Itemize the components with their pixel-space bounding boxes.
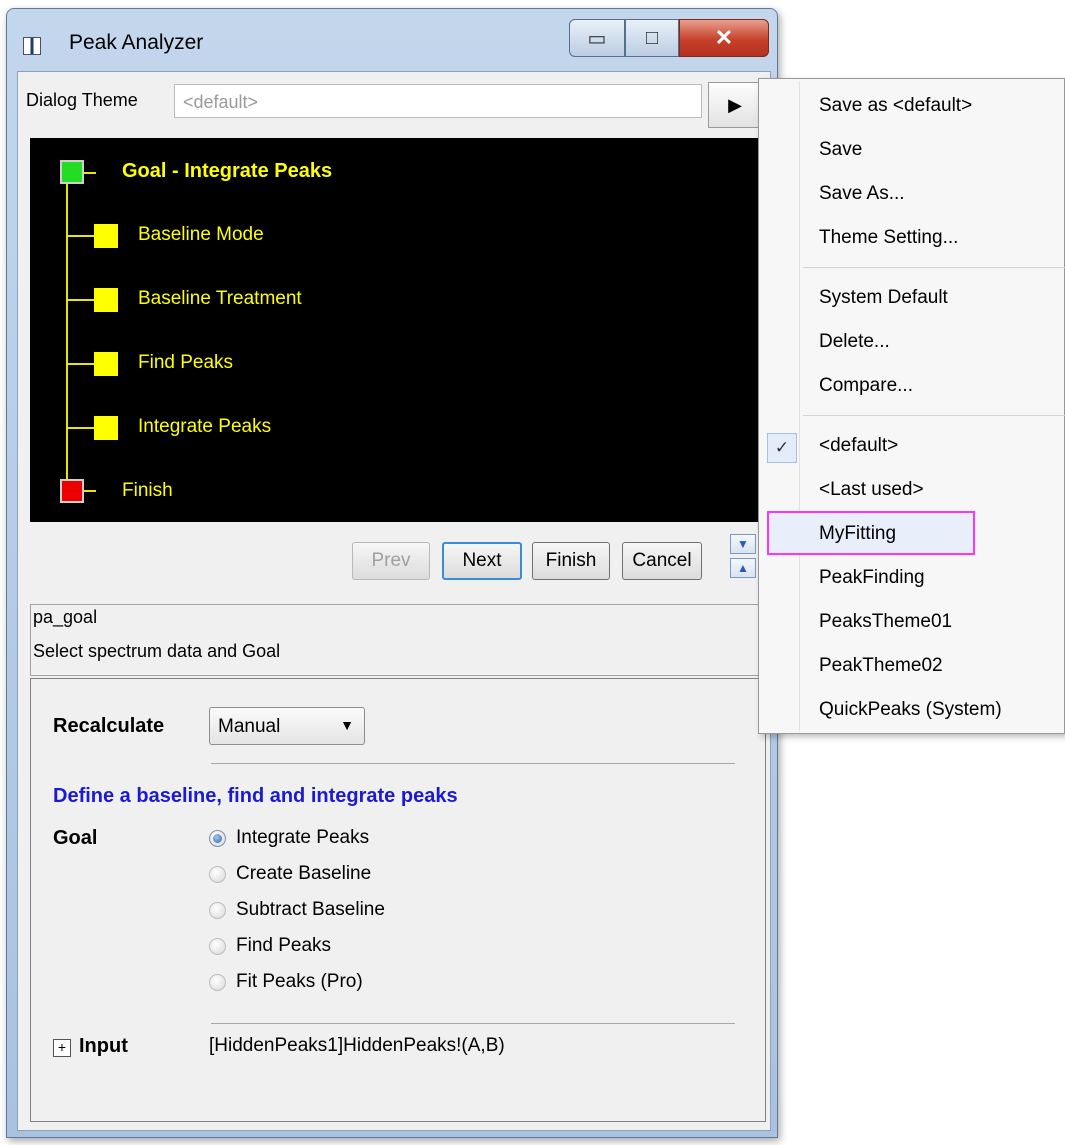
goal-option-label: Find Peaks	[236, 935, 332, 956]
menu-item-delete[interactable]: Delete...	[819, 331, 890, 353]
theme-context-menu: Save as <default> Save Save As... Theme …	[758, 78, 1065, 734]
tree-branch-line	[66, 363, 96, 365]
menu-separator	[803, 415, 1065, 416]
title-bar[interactable]: Peak Analyzer ▭ □ ✕	[7, 9, 777, 71]
goal-tree-panel: Goal - Integrate Peaks Baseline Mode Bas…	[30, 138, 766, 522]
input-label: Input	[79, 1035, 128, 1057]
radio-icon[interactable]	[209, 865, 226, 883]
goal-option-label: Subtract Baseline	[236, 899, 385, 920]
input-range-value[interactable]: [HiddenPeaks1]HiddenPeaks!(A,B)	[209, 1035, 505, 1057]
menu-item-save-as[interactable]: Save As...	[819, 183, 905, 205]
window-title: Peak Analyzer	[69, 31, 204, 54]
peak-analyzer-window: Peak Analyzer ▭ □ ✕ Dialog Theme <defaul…	[6, 8, 778, 1138]
goal-option-fit-peaks[interactable]: Fit Peaks (Pro)	[209, 971, 363, 993]
step-node-icon[interactable]	[94, 224, 118, 248]
goal-option-label: Integrate Peaks	[236, 827, 370, 848]
tree-item-integrate-peaks[interactable]: Integrate Peaks	[138, 416, 271, 438]
page-description: Select spectrum data and Goal	[33, 641, 281, 661]
goal-option-integrate-peaks[interactable]: Integrate Peaks	[209, 827, 369, 849]
page-info-box: pa_goal Select spectrum data and Goal	[30, 604, 766, 676]
theme-menu-button[interactable]: ▶	[708, 82, 762, 128]
maximize-button[interactable]: □	[625, 19, 679, 57]
goal-node-icon[interactable]	[60, 160, 84, 184]
radio-icon[interactable]	[209, 901, 226, 919]
menu-item-save[interactable]: Save	[819, 139, 862, 161]
recalculate-dropdown[interactable]: Manual ▼	[209, 707, 365, 745]
menu-gutter	[799, 81, 800, 731]
menu-item-theme-peakstheme01[interactable]: PeaksTheme01	[819, 611, 952, 633]
window-controls: ▭ □ ✕	[569, 19, 769, 57]
menu-item-theme-quickpeaks[interactable]: QuickPeaks (System)	[819, 699, 1002, 721]
minimize-button[interactable]: ▭	[569, 19, 625, 57]
section-divider	[211, 1023, 735, 1024]
tree-item-baseline-treatment[interactable]: Baseline Treatment	[138, 288, 302, 310]
page-name: pa_goal	[33, 607, 98, 627]
cancel-button[interactable]: Cancel	[622, 542, 702, 580]
goal-settings-panel: Recalculate Manual ▼ Define a baseline, …	[30, 678, 766, 1122]
menu-separator	[803, 267, 1065, 268]
close-icon: ✕	[714, 25, 734, 50]
tree-item-find-peaks[interactable]: Find Peaks	[138, 352, 233, 374]
recalculate-label: Recalculate	[53, 715, 165, 737]
app-icon	[23, 37, 41, 55]
section-divider	[211, 763, 735, 764]
tree-branch-line	[66, 427, 96, 429]
tree-item-goal[interactable]: Goal - Integrate Peaks	[122, 160, 332, 183]
menu-item-theme-peakfinding[interactable]: PeakFinding	[819, 567, 925, 589]
close-button[interactable]: ✕	[679, 19, 769, 57]
maximize-icon: □	[645, 26, 659, 49]
play-arrow-icon: ▶	[728, 94, 742, 115]
radio-icon[interactable]	[209, 937, 226, 955]
step-node-icon[interactable]	[94, 288, 118, 312]
collapse-down-button[interactable]: ▼	[730, 534, 756, 554]
dialog-theme-label: Dialog Theme	[26, 90, 138, 110]
menu-item-theme-setting[interactable]: Theme Setting...	[819, 227, 958, 249]
goal-option-create-baseline[interactable]: Create Baseline	[209, 863, 371, 885]
dialog-theme-field[interactable]: <default>	[174, 84, 702, 118]
dropdown-caret-icon: ▼	[340, 717, 354, 733]
expand-up-button[interactable]: ▲	[730, 558, 756, 578]
tree-branch-line	[66, 235, 96, 237]
goal-section-heading: Define a baseline, find and integrate pe…	[53, 785, 458, 807]
tree-branch-line	[66, 299, 96, 301]
menu-item-theme-peaktheme02[interactable]: PeakTheme02	[819, 655, 943, 677]
menu-item-system-default[interactable]: System Default	[819, 287, 948, 309]
step-node-icon[interactable]	[94, 352, 118, 376]
finish-node-icon[interactable]	[60, 479, 84, 503]
step-node-icon[interactable]	[94, 416, 118, 440]
prev-button[interactable]: Prev	[352, 542, 430, 580]
tree-trunk-line	[66, 174, 68, 490]
menu-item-theme-myfitting[interactable]: MyFitting	[819, 523, 896, 545]
radio-icon[interactable]	[209, 973, 226, 991]
tree-item-baseline-mode[interactable]: Baseline Mode	[138, 224, 264, 246]
radio-selected-icon[interactable]	[209, 829, 226, 847]
triangle-up-icon: ▲	[737, 561, 749, 575]
menu-item-compare[interactable]: Compare...	[819, 375, 913, 397]
tree-item-finish[interactable]: Finish	[122, 480, 173, 502]
next-button[interactable]: Next	[442, 542, 522, 580]
finish-button[interactable]: Finish	[532, 542, 610, 580]
minimize-icon: ▭	[587, 27, 607, 50]
dialog-client-area: Dialog Theme <default> ▶ Goal - Integrat…	[17, 71, 771, 1131]
triangle-down-icon: ▼	[737, 537, 749, 551]
expand-plus-icon[interactable]: +	[53, 1039, 71, 1057]
goal-option-subtract-baseline[interactable]: Subtract Baseline	[209, 899, 385, 921]
goal-option-label: Create Baseline	[236, 863, 372, 884]
goal-option-label: Fit Peaks (Pro)	[236, 971, 363, 992]
recalculate-value: Manual	[218, 716, 281, 737]
goal-option-find-peaks[interactable]: Find Peaks	[209, 935, 331, 957]
goal-label: Goal	[53, 827, 98, 849]
checkmark-icon: ✓	[767, 433, 797, 463]
menu-item-theme-last-used[interactable]: <Last used>	[819, 479, 924, 501]
menu-item-save-as-default[interactable]: Save as <default>	[819, 95, 972, 117]
menu-item-theme-default[interactable]: <default>	[819, 435, 898, 457]
